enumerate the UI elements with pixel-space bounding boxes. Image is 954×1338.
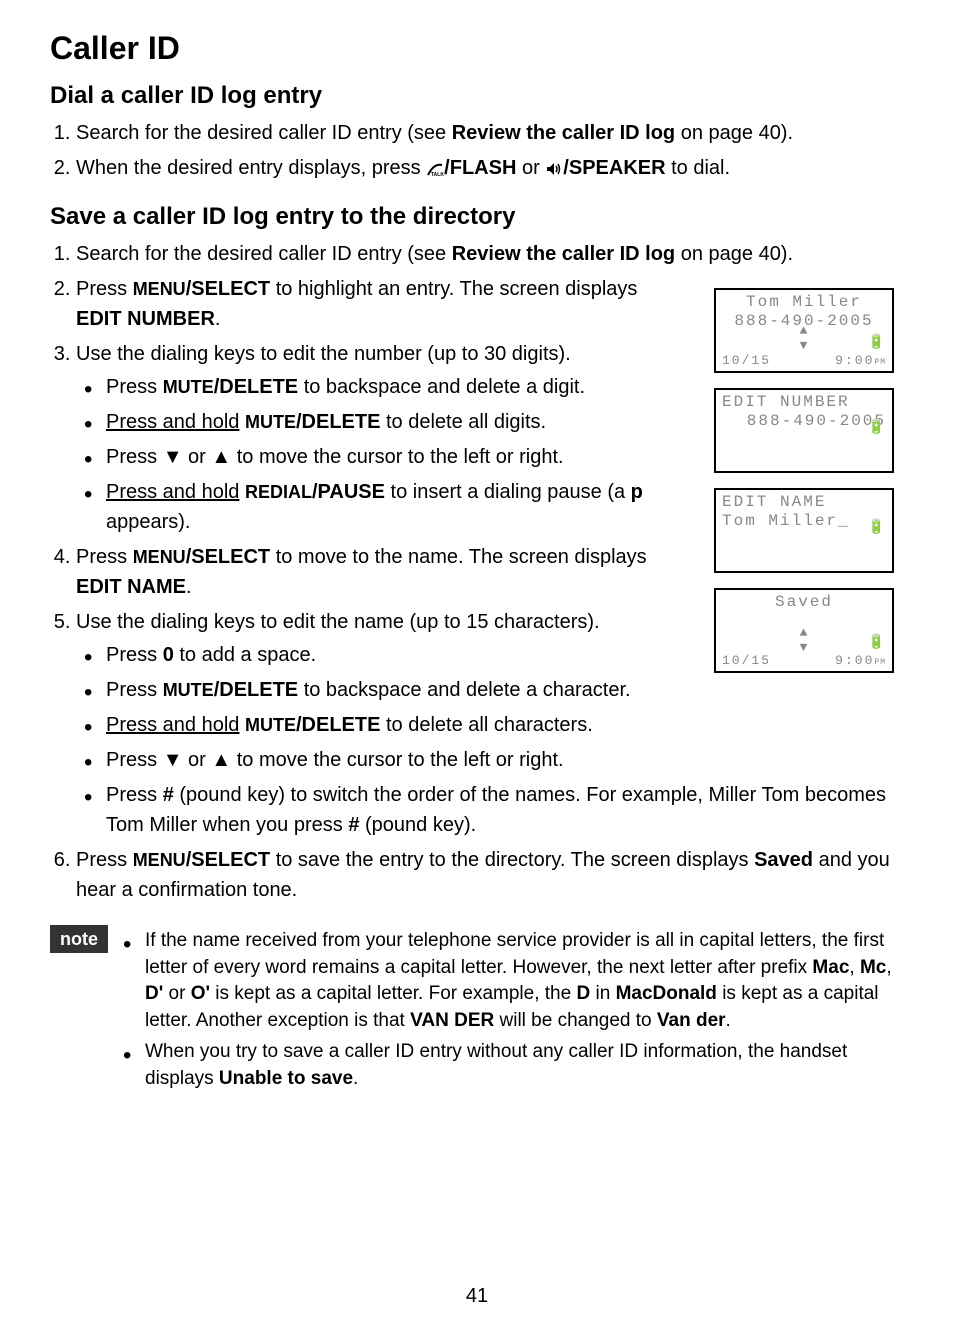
step5-bullet-3: Press and hold MUTE/DELETE to delete all…	[106, 710, 706, 740]
section-heading-save: Save a caller ID log entry to the direct…	[50, 203, 904, 231]
note-label: note	[50, 925, 108, 953]
lcd4-saved: Saved	[722, 593, 886, 612]
content-wrapper: Save a caller ID log entry to the direct…	[50, 203, 904, 905]
arrow-up-icon: ▲	[211, 446, 231, 468]
lcd2-number: 888-490-2005	[722, 412, 886, 431]
step3-bullet-2: Press and hold MUTE/DELETE to delete all…	[106, 407, 676, 437]
lcd1-arrows-icon: ▲▼	[800, 323, 809, 353]
save-step-1: Search for the desired caller ID entry (…	[76, 239, 904, 269]
battery-icon: 🔋	[868, 419, 886, 436]
lcd3-title: EDIT NAME	[722, 493, 886, 512]
step3-bullet-4: Press and hold REDIAL/PAUSE to insert a …	[106, 477, 676, 537]
lcd-screen-4: Saved ▲▼ 🔋 10/15 9:00PM	[714, 588, 894, 673]
lcd1-bottom: 10/15 9:00PM	[722, 353, 886, 368]
step3-bullet-3: Press ▼ or ▲ to move the cursor to the l…	[106, 442, 676, 472]
svg-text:TALK: TALK	[431, 172, 444, 177]
note-bullet-1: If the name received from your telephone…	[145, 928, 904, 1034]
battery-icon: 🔋	[868, 634, 886, 651]
note-bullets: If the name received from your telephone…	[120, 928, 904, 1093]
dial-step-1: Search for the desired caller ID entry (…	[76, 118, 904, 148]
battery-icon: 🔋	[868, 334, 886, 351]
lcd4-bottom: 10/15 9:00PM	[722, 653, 886, 668]
battery-icon: 🔋	[868, 519, 886, 536]
speaker-icon	[545, 157, 563, 179]
lcd-screens-column: Tom Miller 888-490-2005 ▲▼ 🔋 10/15 9:00P…	[714, 288, 894, 688]
note-bullet-2: When you try to save a caller ID entry w…	[145, 1039, 904, 1092]
lcd-screen-3: EDIT NAME Tom Miller_ 🔋	[714, 488, 894, 573]
page-title: Caller ID	[50, 30, 904, 67]
step3-bullets: Press MUTE/DELETE to backspace and delet…	[76, 372, 676, 537]
save-step-2: Press MENU/SELECT to highlight an entry.…	[76, 274, 676, 334]
arrow-down-icon: ▼	[163, 446, 183, 468]
page-number: 41	[466, 1285, 488, 1308]
step3-bullet-1: Press MUTE/DELETE to backspace and delet…	[106, 372, 676, 402]
save-step-6: Press MENU/SELECT to save the entry to t…	[76, 845, 904, 905]
save-step-4: Press MENU/SELECT to move to the name. T…	[76, 542, 676, 602]
arrow-up-icon: ▲	[211, 749, 231, 771]
talk-icon: TALK	[426, 157, 444, 179]
arrow-down-icon: ▼	[163, 749, 183, 771]
section-dial: Dial a caller ID log entry Search for th…	[50, 82, 904, 183]
step5-bullet-5: Press # (pound key) to switch the order …	[106, 780, 904, 840]
lcd2-title: EDIT NUMBER	[722, 393, 886, 412]
step5-bullet-2: Press MUTE/DELETE to backspace and delet…	[106, 675, 706, 705]
note-content: If the name received from your telephone…	[120, 925, 904, 1098]
step5-bullet-4: Press ▼ or ▲ to move the cursor to the l…	[106, 745, 904, 775]
note-box: note If the name received from your tele…	[50, 925, 904, 1098]
dial-steps: Search for the desired caller ID entry (…	[50, 118, 904, 183]
lcd4-arrows-icon: ▲▼	[800, 625, 809, 655]
lcd-screen-1: Tom Miller 888-490-2005 ▲▼ 🔋 10/15 9:00P…	[714, 288, 894, 373]
lcd-screen-2: EDIT NUMBER 888-490-2005 🔋	[714, 388, 894, 473]
lcd3-name: Tom Miller_	[722, 512, 886, 531]
save-step-3: Use the dialing keys to edit the number …	[76, 339, 676, 537]
dial-step-2: When the desired entry displays, press T…	[76, 153, 904, 183]
section-heading-dial: Dial a caller ID log entry	[50, 82, 904, 110]
lcd1-name: Tom Miller	[722, 293, 886, 312]
